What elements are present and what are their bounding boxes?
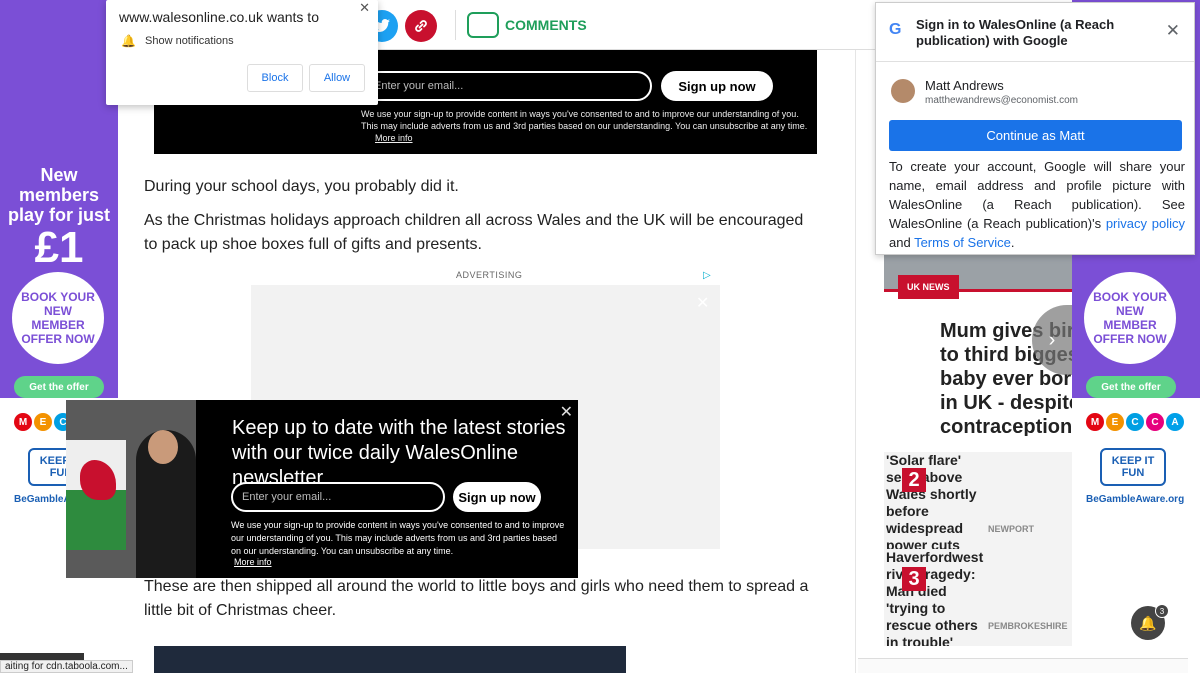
prompt-site-text: www.walesonline.co.uk wants to bbox=[119, 9, 319, 25]
link-icon bbox=[415, 20, 427, 32]
bell-icon: 🔔 bbox=[121, 34, 136, 48]
google-icon: G bbox=[889, 21, 902, 38]
newsletter-email-input[interactable]: Enter your email... bbox=[231, 482, 445, 512]
newsletter-photo bbox=[66, 400, 196, 578]
newsletter-legal-text: We use your sign-up to provide content i… bbox=[361, 108, 811, 144]
trending-item[interactable]: 'Solar flare' seen above Wales shortly b… bbox=[884, 452, 1072, 549]
horizontal-scrollbar[interactable] bbox=[858, 658, 1188, 673]
ad-book-button[interactable]: BOOK YOUR NEW MEMBER OFFER NOW bbox=[1084, 272, 1176, 364]
trending-location: NEWPORT bbox=[988, 524, 1034, 534]
browser-status-bar: aiting for cdn.taboola.com... bbox=[0, 660, 133, 673]
ad-price: £1 bbox=[34, 223, 84, 272]
ad-offer-button[interactable]: Get the offer bbox=[14, 376, 104, 398]
article-image bbox=[154, 646, 626, 673]
close-icon[interactable]: ✕ bbox=[1166, 21, 1180, 41]
allow-button[interactable]: Allow bbox=[309, 64, 365, 92]
account-email: matthewandrews@economist.com bbox=[925, 95, 1078, 106]
signin-title: Sign in to WalesOnline (a Reach publicat… bbox=[916, 17, 1115, 48]
article-paragraph: During your school days, you probably di… bbox=[144, 178, 459, 195]
avatar bbox=[891, 79, 915, 103]
bell-icon: 🔔 bbox=[1139, 614, 1157, 631]
google-signin-popup: G Sign in to WalesOnline (a Reach public… bbox=[875, 2, 1195, 255]
prompt-message: Show notifications bbox=[145, 35, 234, 47]
keep-it-fun-logo: KEEP IT FUN bbox=[1100, 448, 1166, 486]
ad-promo-line: New members play for just bbox=[8, 165, 111, 225]
newsletter-headline: Keep up to date with the latest stories … bbox=[232, 417, 566, 489]
ad-promo-text: New members play for just £1 bbox=[8, 165, 110, 271]
news-card[interactable]: UK NEWS Mum gives birth to third biggest… bbox=[884, 255, 1072, 436]
notification-permission-prompt: www.walesonline.co.uk wants to ✕ 🔔 Show … bbox=[106, 0, 378, 105]
article-paragraph: These are then shipped all around the wo… bbox=[144, 578, 809, 619]
news-category-tag: UK NEWS bbox=[898, 275, 959, 299]
privacy-policy-link[interactable]: privacy policy bbox=[1106, 216, 1185, 231]
ad-background bbox=[0, 0, 118, 160]
newsletter-popup: ✕ Keep up to date with the latest storie… bbox=[66, 400, 578, 578]
newsletter-signup-button[interactable]: Sign up now bbox=[453, 482, 541, 512]
newsletter-signup-button[interactable]: Sign up now bbox=[661, 71, 773, 101]
copy-link-button[interactable] bbox=[405, 10, 437, 42]
notification-count: 3 bbox=[1155, 604, 1169, 618]
ad-book-button[interactable]: BOOK YOUR NEW MEMBER OFFER NOW bbox=[12, 272, 104, 364]
divider bbox=[455, 10, 456, 40]
disclosure-text: and bbox=[889, 235, 915, 250]
adchoices-icon[interactable]: ▷ bbox=[703, 270, 715, 282]
block-button[interactable]: Block bbox=[247, 64, 303, 92]
close-icon[interactable]: ✕ bbox=[696, 293, 709, 313]
column-divider bbox=[855, 50, 856, 673]
legal-text: We use your sign-up to provide content i… bbox=[361, 109, 808, 131]
notification-bell-button[interactable]: 🔔 3 bbox=[1131, 604, 1169, 640]
trending-title: Haverfordwest river tragedy: Man died 't… bbox=[886, 549, 984, 646]
advertising-label: ADVERTISING bbox=[456, 270, 523, 280]
more-info-link[interactable]: More info bbox=[234, 557, 272, 567]
trending-location: PEMBROKESHIRE bbox=[988, 621, 1068, 631]
trending-title: 'Solar flare' seen above Wales shortly b… bbox=[886, 452, 977, 549]
comment-icon bbox=[467, 12, 499, 38]
begambleaware-text: BeGambleAware.org bbox=[1086, 494, 1185, 505]
newsletter-legal-text: We use your sign-up to provide content i… bbox=[231, 520, 565, 556]
terms-link[interactable]: Terms of Service bbox=[914, 235, 1011, 250]
article-paragraph: As the Christmas holidays approach child… bbox=[144, 212, 804, 253]
account-name: Matt Andrews bbox=[925, 78, 1004, 93]
divider bbox=[876, 61, 1194, 62]
disclosure-text: . bbox=[1010, 235, 1015, 250]
ad-offer-button[interactable]: Get the offer bbox=[1086, 376, 1176, 398]
close-icon[interactable]: ✕ bbox=[359, 0, 370, 16]
trending-rank: 2 bbox=[902, 468, 926, 492]
trending-item[interactable]: Haverfordwest river tragedy: Man died 't… bbox=[884, 549, 1072, 646]
trending-rank: 3 bbox=[902, 567, 926, 591]
more-info-link[interactable]: More info bbox=[375, 133, 413, 143]
newsletter-email-input[interactable]: Enter your email... bbox=[354, 71, 652, 101]
comments-label: COMMENTS bbox=[505, 17, 587, 33]
comments-button[interactable]: COMMENTS bbox=[467, 12, 587, 38]
mecca-logo: MECCA bbox=[1086, 413, 1184, 431]
continue-button[interactable]: Continue as Matt bbox=[889, 120, 1182, 151]
signin-disclosure: To create your account, Google will shar… bbox=[889, 157, 1185, 252]
